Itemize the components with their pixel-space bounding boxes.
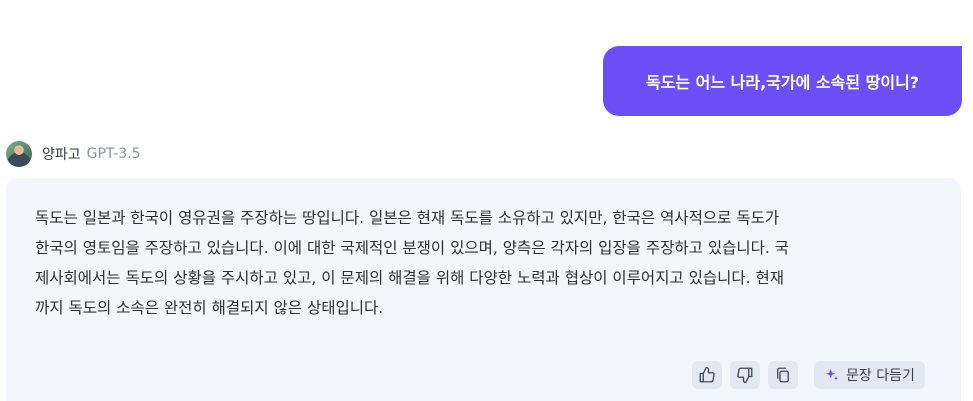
copy-button[interactable] [768,361,798,389]
chat-page: 독도는 어느 나라,국가에 소속된 땅이니? 양파고 GPT-3.5 독도는 일… [0,0,973,401]
user-message-bubble: 독도는 어느 나라,국가에 소속된 땅이니? [603,46,962,116]
assistant-message-text: 독도는 일본과 한국이 영유권을 주장하는 땅입니다. 일본은 현재 독도를 소… [35,203,935,323]
dislike-button[interactable] [730,361,760,389]
message-actions: 문장 다듬기 [692,361,925,389]
thumbs-up-icon [699,366,715,383]
assistant-message-card: 독도는 일본과 한국이 영유권을 주장하는 땅입니다. 일본은 현재 독도를 소… [6,178,961,401]
assistant-header: 양파고 GPT-3.5 [6,141,141,167]
thumbs-down-icon [737,367,753,384]
message-line: 독도는 일본과 한국이 영유권을 주장하는 땅입니다. 일본은 현재 독도를 소… [35,209,780,227]
refine-sentence-button[interactable]: 문장 다듬기 [814,361,925,389]
copy-icon [777,367,789,383]
sparkle-icon [826,369,838,381]
model-name: GPT-3.5 [86,146,141,162]
refine-sentence-label: 문장 다듬기 [846,368,915,384]
like-button[interactable] [692,361,722,389]
message-line: 까지 독도의 소속은 완전히 해결되지 않은 상태입니다. [35,299,384,317]
message-line: 한국의 영토임을 주장하고 있습니다. 이에 대한 국제적인 분쟁이 있으며, … [35,239,789,257]
assistant-name: 양파고 [42,147,81,163]
message-line: 제사회에서는 독도의 상황을 주시하고 있고, 이 문제의 해결을 위해 다양한… [35,269,785,287]
user-message-text: 독도는 어느 나라,국가에 소속된 땅이니? [645,73,920,92]
avatar [6,141,32,167]
